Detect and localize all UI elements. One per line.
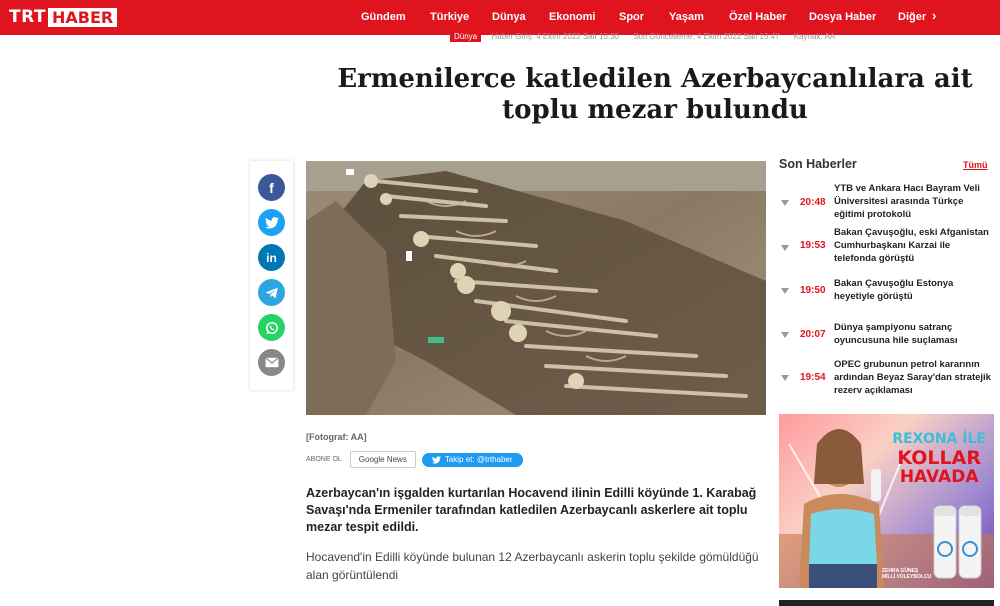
nav-item-dunya[interactable]: Dünya xyxy=(492,11,526,23)
news-time: 20:07 xyxy=(800,329,826,340)
nav-item-ekonomi[interactable]: Ekonomi xyxy=(549,11,595,23)
nav-item-yasam[interactable]: Yaşam xyxy=(669,11,704,23)
nav-item-dosya-haber[interactable]: Dosya Haber xyxy=(809,11,876,23)
ad-person-role: MİLLİ VOLEYBOLCU xyxy=(882,574,932,580)
news-headline: Dünya şampiyonu satranç oyuncusuna hile … xyxy=(834,322,958,346)
news-time: 20:48 xyxy=(800,197,826,208)
article-title: Ermenilerce katledilen Azerbaycanlılara … xyxy=(337,64,973,125)
bottom-bar xyxy=(779,600,994,606)
article-body: Hocavend'in Edilli köyünde bulunan 12 Az… xyxy=(306,550,759,582)
ad-slogan-line2: KOLLAR xyxy=(897,447,981,469)
news-headline: OPEC grubunun petrol kararının ardından … xyxy=(834,359,991,396)
ad-person-credit: ZEHRA GÜNEŞ MİLLİ VOLEYBOLCU xyxy=(882,568,931,580)
caret-down-icon xyxy=(781,245,789,251)
news-time: 19:50 xyxy=(800,285,826,296)
logo-haber-text: HABER xyxy=(48,7,118,27)
mass-grave-image xyxy=(306,161,766,415)
caret-down-icon xyxy=(781,200,789,206)
caret-down-icon xyxy=(781,375,789,381)
linkedin-icon[interactable]: in xyxy=(258,244,285,271)
subscribe-row: ABONE OL Google News Takip et: @trthaber xyxy=(306,451,523,468)
news-time: 19:53 xyxy=(800,240,826,251)
chevron-right-icon[interactable]: › xyxy=(932,8,936,23)
news-headline: Bakan Çavuşoğlu Estonya heyetiyle görüşt… xyxy=(834,278,954,302)
news-time: 19:54 xyxy=(800,372,826,383)
category-badge[interactable]: Dünya xyxy=(450,31,482,42)
article-photo xyxy=(306,161,766,415)
main-nav: Gündem Türkiye Dünya Ekonomi Spor Yaşam … xyxy=(355,0,1000,35)
caret-down-icon xyxy=(781,332,789,338)
latest-news-item[interactable]: 19:53 Bakan Çavuşoğlu, eski Afganistan C… xyxy=(779,226,994,270)
share-bar: f in xyxy=(250,161,293,390)
ad-slogan: REXONA İLE KOLLAR HAVADA xyxy=(892,430,986,487)
latest-news-item[interactable]: 19:50 Bakan Çavuşoğlu Estonya heyetiyle … xyxy=(779,276,994,320)
nav-item-diger[interactable]: Diğer xyxy=(898,11,926,23)
article-lead: Azerbaycan'ın işgalden kurtarılan Hocave… xyxy=(306,486,757,534)
nav-item-ozel-haber[interactable]: Özel Haber xyxy=(729,11,786,23)
published-date: Haber Giriş: 4 Ekim 2022 Salı 15:30 xyxy=(491,32,619,41)
source-label: Kaynak: AA xyxy=(793,32,836,41)
photo-caption: [Fotograf: AA] xyxy=(306,432,367,442)
latest-news-title: Son Haberler xyxy=(779,157,857,171)
article-meta: Dünya Haber Giriş: 4 Ekim 2022 Salı 15:3… xyxy=(450,31,847,45)
updated-date: Son Güncelleme: 4 Ekim 2022 Salı 15:47 xyxy=(633,32,780,41)
twitter-icon[interactable] xyxy=(258,209,285,236)
news-headline: Bakan Çavuşoğlu, eski Afganistan Cumhurb… xyxy=(834,227,989,264)
twitter-follow-button[interactable]: Takip et: @trthaber xyxy=(421,452,523,467)
nav-item-turkiye[interactable]: Türkiye xyxy=(430,11,469,23)
news-headline: YTB ve Ankara Hacı Bayram Veli Üniversit… xyxy=(834,183,980,220)
logo-trt-text: TRT xyxy=(9,7,47,27)
facebook-icon[interactable]: f xyxy=(258,174,285,201)
latest-news-item[interactable]: 19:54 OPEC grubunun petrol kararının ard… xyxy=(779,357,994,401)
email-icon[interactable] xyxy=(258,349,285,376)
nav-item-gundem[interactable]: Gündem xyxy=(361,11,406,23)
subscribe-label: ABONE OL xyxy=(306,456,342,463)
top-navigation-bar: TRT HABER Gündem Türkiye Dünya Ekonomi S… xyxy=(0,0,1000,35)
ad-slogan-line3: HAVADA xyxy=(899,467,979,487)
trt-haber-logo[interactable]: TRT HABER xyxy=(9,7,118,27)
twitter-bird-icon xyxy=(431,455,441,464)
telegram-icon[interactable] xyxy=(258,279,285,306)
google-news-button[interactable]: Google News xyxy=(349,451,416,468)
whatsapp-icon[interactable] xyxy=(258,314,285,341)
rexona-advertisement[interactable]: REXONA İLE KOLLAR HAVADA ZEHRA GÜNEŞ MİL… xyxy=(779,414,994,588)
twitter-follow-label: Takip et: @trthaber xyxy=(444,455,513,464)
nav-item-spor[interactable]: Spor xyxy=(619,11,644,23)
latest-news-item[interactable]: 20:48 YTB ve Ankara Hacı Bayram Veli Üni… xyxy=(779,181,994,225)
caret-down-icon xyxy=(781,288,789,294)
google-news-label: Google News xyxy=(358,455,407,464)
latest-news-all-link[interactable]: Tümü xyxy=(963,160,988,170)
